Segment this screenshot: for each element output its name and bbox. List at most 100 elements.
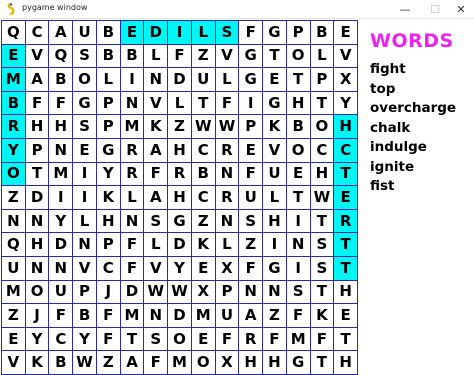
grid-cell[interactable]: Z [168, 115, 192, 139]
grid-cell[interactable]: H [334, 280, 358, 305]
grid-cell[interactable]: F [263, 327, 287, 352]
grid-cell[interactable]: M [286, 327, 311, 352]
grid-cell[interactable]: R [120, 139, 145, 163]
grid-cell[interactable]: Z [2, 304, 26, 328]
grid-cell[interactable]: A [49, 21, 74, 45]
grid-cell[interactable]: I [239, 91, 264, 116]
grid-cell[interactable]: H [239, 351, 264, 375]
grid-cell[interactable]: H [25, 115, 50, 139]
grid-cell[interactable]: D [168, 233, 192, 257]
grid-cell[interactable]: V [144, 257, 169, 281]
grid-cell[interactable]: H [168, 186, 192, 210]
grid-cell[interactable]: T [334, 233, 358, 257]
grid-cell[interactable]: T [334, 162, 358, 187]
grid-cell[interactable]: X [215, 351, 240, 375]
grid-cell[interactable]: B [2, 91, 26, 116]
grid-cell[interactable]: G [96, 139, 121, 163]
grid-cell[interactable]: C [334, 139, 358, 163]
grid-cell[interactable]: B [96, 44, 121, 69]
grid-cell[interactable]: V [334, 44, 358, 69]
grid-cell[interactable]: Y [334, 91, 358, 116]
grid-cell[interactable]: Y [73, 327, 97, 352]
grid-cell[interactable]: H [168, 139, 192, 163]
grid-cell[interactable]: Q [2, 233, 26, 257]
grid-cell[interactable]: E [334, 21, 358, 45]
grid-cell[interactable]: A [144, 186, 169, 210]
grid-cell[interactable]: D [168, 68, 192, 92]
grid-cell[interactable]: H [334, 115, 358, 139]
grid-cell[interactable]: M [120, 304, 145, 328]
grid-cell[interactable]: C [49, 327, 74, 352]
grid-cell[interactable]: F [286, 304, 311, 328]
grid-cell[interactable]: F [144, 162, 169, 187]
grid-cell[interactable]: E [2, 327, 26, 352]
grid-cell[interactable]: B [49, 351, 74, 375]
grid-cell[interactable]: G [239, 68, 264, 92]
grid-cell[interactable]: U [2, 257, 26, 281]
grid-cell[interactable]: Z [96, 351, 121, 375]
grid-cell[interactable]: N [25, 209, 50, 234]
grid-cell[interactable]: F [215, 91, 240, 116]
grid-cell[interactable]: P [286, 21, 311, 45]
grid-cell[interactable]: O [191, 351, 216, 375]
grid-cell[interactable]: C [96, 257, 121, 281]
grid-cell[interactable]: P [239, 115, 264, 139]
grid-cell[interactable]: U [191, 68, 216, 92]
grid-cell[interactable]: E [239, 139, 264, 163]
grid-cell[interactable]: F [239, 162, 264, 187]
grid-cell[interactable]: T [191, 91, 216, 116]
grid-cell[interactable]: E [191, 327, 216, 352]
grid-cell[interactable]: I [73, 162, 97, 187]
grid-cell[interactable]: F [239, 257, 264, 281]
grid-cell[interactable]: L [168, 91, 192, 116]
grid-cell[interactable]: D [120, 280, 145, 305]
grid-cell[interactable]: I [120, 68, 145, 92]
word-search-grid[interactable]: QCAUBEDILSFGPBEEVQSBBLFZVGTOLVMABOLINDUL… [1, 20, 358, 375]
grid-cell[interactable]: S [73, 115, 97, 139]
grid-cell[interactable]: N [144, 68, 169, 92]
grid-cell[interactable]: N [25, 257, 50, 281]
grid-cell[interactable]: E [191, 257, 216, 281]
grid-cell[interactable]: Q [2, 21, 26, 45]
grid-cell[interactable]: W [310, 186, 335, 210]
grid-cell[interactable]: O [2, 162, 26, 187]
grid-cell[interactable]: U [263, 162, 287, 187]
grid-cell[interactable]: R [120, 162, 145, 187]
grid-cell[interactable]: G [263, 257, 287, 281]
grid-cell[interactable]: A [144, 139, 169, 163]
grid-cell[interactable]: D [144, 21, 169, 45]
grid-cell[interactable]: E [334, 304, 358, 328]
grid-cell[interactable]: B [286, 115, 311, 139]
grid-cell[interactable]: H [49, 115, 74, 139]
grid-cell[interactable]: N [215, 162, 240, 187]
grid-cell[interactable]: A [120, 351, 145, 375]
grid-cell[interactable]: H [263, 209, 287, 234]
grid-cell[interactable]: N [120, 209, 145, 234]
grid-cell[interactable]: F [215, 327, 240, 352]
grid-cell[interactable]: S [73, 44, 97, 69]
grid-cell[interactable]: Z [2, 186, 26, 210]
grid-cell[interactable]: L [263, 186, 287, 210]
grid-cell[interactable]: K [191, 233, 216, 257]
grid-cell[interactable]: F [96, 304, 121, 328]
grid-cell[interactable]: U [239, 186, 264, 210]
grid-cell[interactable]: E [73, 139, 97, 163]
grid-cell[interactable]: O [168, 327, 192, 352]
grid-cell[interactable]: N [73, 233, 97, 257]
grid-cell[interactable]: W [215, 115, 240, 139]
grid-cell[interactable]: W [191, 115, 216, 139]
grid-cell[interactable]: T [263, 44, 287, 69]
grid-cell[interactable]: U [215, 304, 240, 328]
grid-cell[interactable]: L [73, 209, 97, 234]
grid-cell[interactable]: F [310, 327, 335, 352]
grid-cell[interactable]: V [215, 44, 240, 69]
grid-cell[interactable]: I [168, 21, 192, 45]
grid-cell[interactable]: U [49, 280, 74, 305]
grid-cell[interactable]: T [310, 351, 335, 375]
grid-cell[interactable]: K [263, 115, 287, 139]
grid-cell[interactable]: L [120, 186, 145, 210]
grid-cell[interactable]: T [310, 91, 335, 116]
grid-cell[interactable]: B [73, 304, 97, 328]
grid-cell[interactable]: K [310, 304, 335, 328]
grid-cell[interactable]: S [144, 209, 169, 234]
